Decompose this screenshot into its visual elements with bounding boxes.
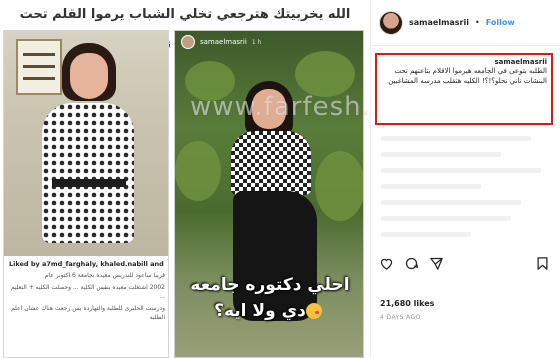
- left-post-caption: Liked by a7md_farghaly, khaled.nabill an…: [4, 256, 168, 357]
- left-instagram-screenshot: Liked by a7md_farghaly, khaled.nabill an…: [3, 30, 169, 358]
- bookmark-icon[interactable]: [535, 256, 550, 271]
- kiss-emoji-icon: [305, 303, 322, 319]
- post-header: samaelmasrii • Follow: [371, 0, 560, 46]
- left-likes-line: Liked by a7md_farghaly, khaled.nabill an…: [9, 260, 165, 268]
- post-date: 4 DAYS AGO: [380, 314, 421, 321]
- story-time: 1 h: [251, 38, 262, 46]
- heart-icon[interactable]: [379, 256, 394, 271]
- story-overlay-text-2-label: دي ولا ايه؟: [214, 301, 306, 321]
- comment-icon[interactable]: [404, 256, 419, 271]
- follow-button[interactable]: Follow: [486, 18, 515, 27]
- left-caption-line: 2002 اشتغلت معيده بنفس الكلية ... وحصلت …: [10, 284, 165, 300]
- separator-dot: •: [475, 18, 480, 27]
- left-caption-line: قريبا ساعود للتدريس معيدة بجامعة 6 اكتوب…: [44, 272, 165, 279]
- wall-plaque: [16, 39, 62, 95]
- headline-text: الله يخربيتك هترجعي تخلي الشباب يرموا ال…: [19, 7, 351, 52]
- avatar: [181, 35, 195, 49]
- comment-placeholder: [381, 196, 551, 208]
- caption-text: الطلبه بتوعى في الجامعه هيرموا الاقلام ب…: [388, 67, 547, 85]
- avatar[interactable]: [379, 10, 403, 35]
- likes-count[interactable]: 21,680 likes: [380, 299, 434, 308]
- comment-placeholder: [381, 212, 551, 224]
- share-icon[interactable]: [429, 256, 444, 271]
- highlighted-caption: samaelmasrii الطلبه بتوعى في الجامعه هير…: [375, 53, 553, 125]
- post-username[interactable]: samaelmasrii: [409, 18, 469, 27]
- comment-placeholder: [381, 148, 551, 160]
- caption-username[interactable]: samaelmasrii: [381, 58, 548, 66]
- story-username: samaelmasrii: [200, 38, 247, 46]
- story-overlay-text-1: احلي دكتوره جامعه: [190, 275, 350, 295]
- left-caption-line: ودرست الحلبرى للطلبة والتهارده بس رجعت ه…: [11, 305, 165, 321]
- story-overlay-text-2: دي ولا ايه؟: [175, 301, 363, 321]
- story-header: samaelmasrii 1 h: [175, 31, 363, 53]
- comment-placeholder: [381, 132, 551, 144]
- left-photo: [4, 31, 168, 256]
- comment-placeholder: [381, 164, 551, 176]
- post-actions: [379, 256, 444, 271]
- instagram-post-panel: samaelmasrii • Follow samaelmasrii الطلب…: [370, 0, 560, 358]
- site-watermark: www.farfesh.com: [190, 92, 370, 122]
- news-composite-image: الله يخربيتك هترجعي تخلي الشباب يرموا ال…: [0, 0, 370, 358]
- comment-placeholder: [381, 228, 551, 240]
- comment-placeholder: [381, 180, 551, 192]
- middle-instagram-story: samaelmasrii 1 h احلي دكتوره جامعه دي ول…: [174, 30, 364, 358]
